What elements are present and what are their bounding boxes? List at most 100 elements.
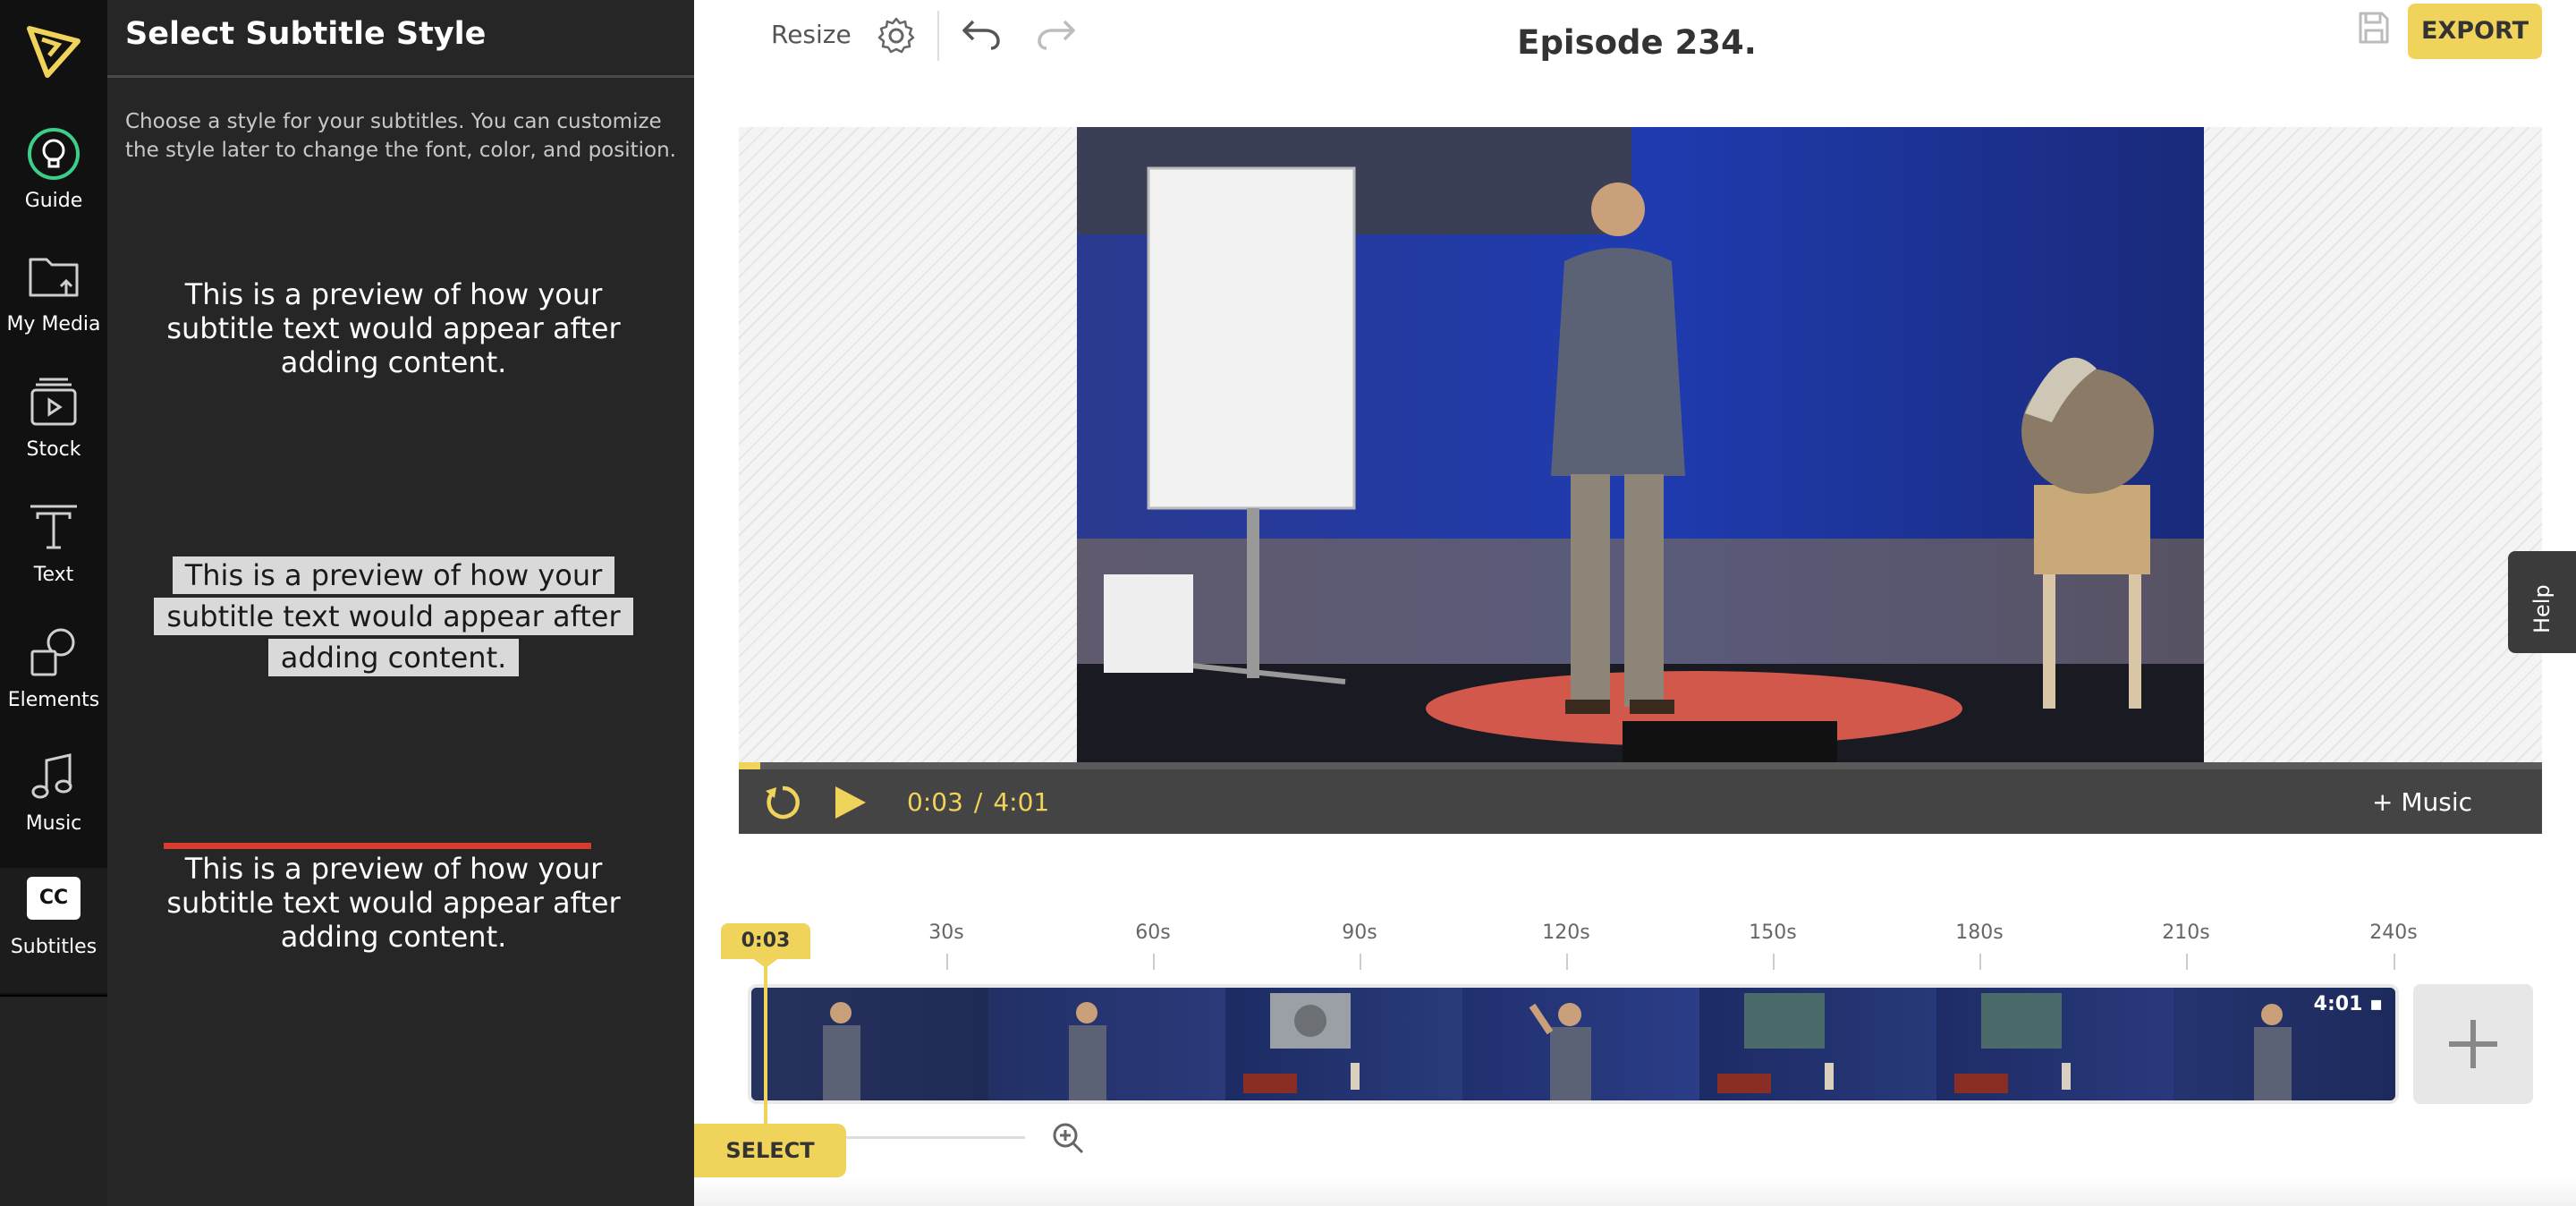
- subtitle-style-accent-bar: [164, 843, 591, 849]
- tick-mark: [1153, 954, 1155, 970]
- tick-label: 180s: [1955, 921, 2004, 944]
- select-button[interactable]: SELECT: [694, 1124, 846, 1177]
- sidebar-item-label: Elements: [7, 689, 100, 711]
- sidebar-item-subtitles[interactable]: CC Subtitles: [0, 868, 107, 993]
- tick-mark: [1360, 954, 1361, 970]
- export-button[interactable]: EXPORT: [2408, 4, 2542, 59]
- playhead-time[interactable]: 0:03: [721, 923, 810, 959]
- subtitle-style-option-boxed[interactable]: This is a preview of how your subtitle t…: [143, 555, 644, 678]
- tick-mark: [2186, 954, 2188, 970]
- zoom-slider[interactable]: [846, 1136, 1025, 1139]
- clip-thumbnail: [1225, 988, 1462, 1100]
- zoom-in-icon[interactable]: [1050, 1120, 1086, 1156]
- clip-thumbnail: [751, 988, 988, 1100]
- preview-line: subtitle text would appear after: [166, 886, 621, 920]
- lightbulb-icon: [28, 128, 80, 180]
- sidebar-item-elements[interactable]: Elements: [0, 626, 107, 743]
- tick-label: 90s: [1342, 921, 1377, 944]
- sidebar-item-label: Text: [33, 564, 74, 586]
- camera-icon: ▪: [2369, 993, 2383, 1015]
- sidebar-item-stock[interactable]: Stock: [0, 376, 107, 492]
- music-note-icon: [31, 753, 72, 799]
- tick-label: 150s: [1749, 921, 1797, 944]
- preview-line: subtitle text would appear after: [166, 311, 621, 345]
- clip-thumbnail: [1462, 988, 1699, 1100]
- sidebar-item-text[interactable]: Text: [0, 501, 107, 617]
- panel-title: Select Subtitle Style: [125, 16, 487, 52]
- clip-thumbnail: [1699, 988, 1936, 1100]
- plus-icon: [2470, 1020, 2476, 1068]
- timeline-ruler[interactable]: 30s 60s 90s 120s 150s 180s 210s 240s: [739, 921, 2542, 970]
- redo-icon[interactable]: [1036, 16, 1077, 52]
- tick-mark: [1566, 954, 1568, 970]
- subtitle-style-panel: Select Subtitle Style Choose a style for…: [107, 0, 694, 1206]
- playback-progress-fill: [739, 762, 761, 769]
- preview-line: adding content.: [267, 639, 520, 676]
- video-clip-track[interactable]: 4:01 ▪: [748, 984, 2399, 1104]
- tick-mark: [2394, 954, 2395, 970]
- panel-divider: [107, 75, 694, 78]
- tick-label: 120s: [1542, 921, 1590, 944]
- replay-icon[interactable]: [762, 782, 803, 823]
- sidebar-item-label: Music: [25, 812, 82, 835]
- video-canvas[interactable]: [739, 127, 2542, 762]
- project-title[interactable]: Episode 234.: [1449, 23, 1825, 62]
- playback-progress-bar[interactable]: [739, 762, 2542, 769]
- tick-mark: [1773, 954, 1775, 970]
- tick-label: 240s: [2369, 921, 2418, 944]
- preview-line: subtitle text would appear after: [154, 598, 633, 635]
- undo-icon[interactable]: [961, 16, 1002, 52]
- clip-thumbnail: [988, 988, 1225, 1100]
- video-editor: Guide My Media Stock Text Elements Music…: [0, 0, 2576, 1206]
- sidebar-item-label: My Media: [6, 313, 101, 335]
- subtitle-style-option-plain[interactable]: This is a preview of how your subtitle t…: [143, 277, 644, 379]
- folder-upload-icon: [29, 258, 79, 297]
- panel-description: Choose a style for your subtitles. You c…: [125, 110, 676, 162]
- stage-scene-image: [1077, 127, 2204, 762]
- sidebar-rail: Guide My Media Stock Text Elements Music…: [0, 0, 107, 1206]
- playback-time: 0:03 / 4:01: [907, 787, 1049, 817]
- subtitle-style-option-accent[interactable]: This is a preview of how your subtitle t…: [143, 852, 644, 954]
- add-clip-button[interactable]: [2413, 984, 2533, 1104]
- time-separator: /: [973, 787, 983, 817]
- preview-line: This is a preview of how your: [184, 277, 603, 311]
- gear-icon[interactable]: [877, 16, 916, 55]
- tick-mark: [946, 954, 948, 970]
- play-icon[interactable]: [832, 784, 868, 821]
- sidebar-item-label: Subtitles: [10, 936, 97, 958]
- tick-label: 210s: [2162, 921, 2210, 944]
- text-icon: [30, 505, 77, 549]
- preview-line: This is a preview of how your: [172, 556, 615, 594]
- total-duration: 4:01: [993, 787, 1050, 817]
- current-time: 0:03: [907, 787, 963, 817]
- sidebar-item-my-media[interactable]: My Media: [0, 251, 107, 367]
- sidebar-item-guide[interactable]: Guide: [0, 127, 107, 243]
- sidebar-item-label: Guide: [24, 190, 83, 212]
- add-music-button[interactable]: + Music: [2372, 787, 2472, 817]
- player-controls: 0:03 / 4:01 + Music: [739, 769, 2542, 834]
- sidebar-footer: [0, 995, 107, 1206]
- preview-line: This is a preview of how your: [184, 852, 603, 886]
- help-label: Help: [2529, 584, 2555, 633]
- help-tab[interactable]: Help: [2508, 551, 2576, 653]
- preview-line: adding content.: [280, 345, 507, 379]
- resize-button[interactable]: Resize: [771, 20, 852, 49]
- clip-thumbnail: [1936, 988, 2174, 1100]
- app-logo-icon[interactable]: [22, 20, 85, 82]
- clip-duration: 4:01: [2313, 993, 2363, 1015]
- footer-fade: [694, 1177, 2576, 1206]
- tick-label: 60s: [1135, 921, 1171, 944]
- preview-line: adding content.: [280, 920, 507, 954]
- stock-video-icon: [30, 378, 77, 426]
- playhead[interactable]: [764, 966, 767, 1133]
- clip-duration-badge: 4:01 ▪: [2314, 993, 2383, 1015]
- cc-icon: CC: [27, 877, 80, 920]
- sidebar-item-music[interactable]: Music: [0, 750, 107, 866]
- video-preview[interactable]: [1077, 127, 2204, 762]
- tick-label: 30s: [928, 921, 964, 944]
- toolbar-divider: [937, 11, 939, 61]
- save-icon[interactable]: [2358, 11, 2390, 45]
- shapes-icon: [30, 628, 75, 676]
- tick-mark: [1979, 954, 1981, 970]
- sidebar-item-label: Stock: [26, 438, 81, 461]
